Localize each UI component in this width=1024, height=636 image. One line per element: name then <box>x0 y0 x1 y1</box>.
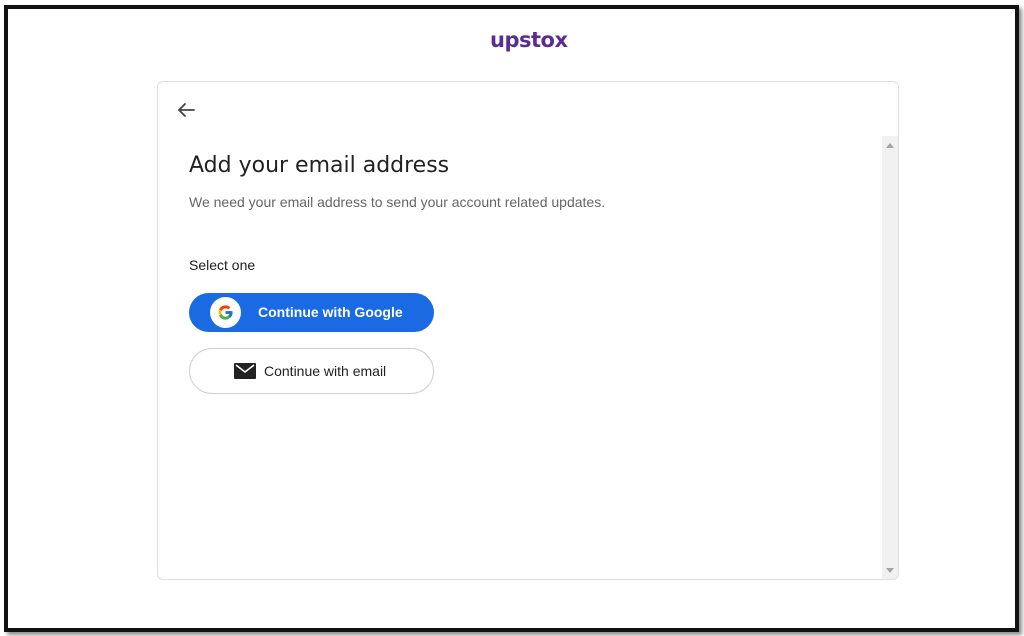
google-button-label: Continue with Google <box>258 304 403 320</box>
email-button-label: Continue with email <box>264 363 387 379</box>
scroll-up-arrow-icon[interactable] <box>886 143 894 148</box>
back-button[interactable] <box>174 98 198 122</box>
envelope-icon <box>234 363 256 379</box>
arrow-left-icon <box>178 103 195 117</box>
page-subtitle: We need your email address to send your … <box>189 194 606 210</box>
google-icon <box>218 305 233 320</box>
google-icon-badge <box>210 297 241 328</box>
page-title: Add your email address <box>189 153 450 178</box>
scroll-down-arrow-icon[interactable] <box>886 568 894 573</box>
vertical-scrollbar[interactable] <box>882 136 898 579</box>
select-one-label: Select one <box>189 257 256 273</box>
email-card: Add your email address We need your emai… <box>157 81 899 580</box>
continue-with-google-button[interactable]: Continue with Google <box>189 293 434 332</box>
upstox-logo: upstox <box>490 28 568 52</box>
continue-with-email-button[interactable]: Continue with email <box>189 348 434 394</box>
